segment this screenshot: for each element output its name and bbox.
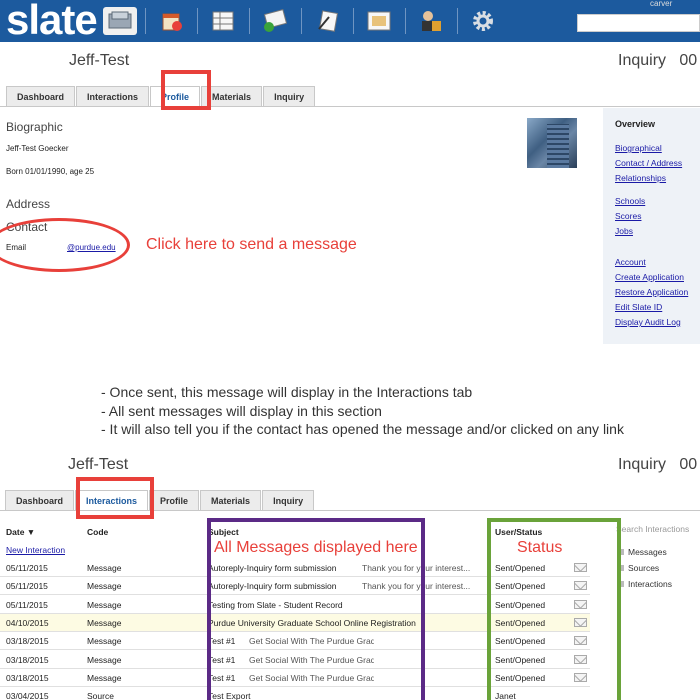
gear-icon[interactable]: [468, 7, 498, 35]
tab-dashboard[interactable]: Dashboard: [6, 86, 76, 106]
overview-link-scores[interactable]: Scores: [615, 211, 641, 221]
filter-messages[interactable]: Messages: [618, 547, 667, 557]
filter-sources-label: Sources: [628, 563, 660, 573]
instruction-bullets: - Once sent, this message will display i…: [101, 383, 624, 439]
record-name: Jeff-Test: [69, 52, 130, 69]
tab-interactions[interactable]: Interactions: [76, 86, 150, 106]
top-nav-bar: slate carver: [0, 0, 700, 44]
overview-panel: Overview Biographical Contact / Address …: [603, 108, 700, 344]
tab-profile-2[interactable]: Profile: [149, 490, 200, 510]
overview-link-create-application[interactable]: Create Application: [615, 272, 684, 282]
bullet-3: - It will also tell you if the contact h…: [101, 421, 624, 437]
global-search-input[interactable]: [577, 14, 700, 32]
overview-link-biographical[interactable]: Biographical: [615, 143, 662, 153]
birth-date: Born 01/01/1990, age 25: [6, 167, 95, 176]
forms-icon[interactable]: [313, 7, 343, 35]
row-code: Message: [87, 599, 122, 610]
col-date[interactable]: Date ▼: [6, 527, 35, 537]
overview-link-account[interactable]: Account: [615, 257, 646, 267]
row-date: 05/11/2015: [6, 563, 48, 573]
search-interactions-input[interactable]: Search Interactions: [616, 524, 700, 534]
bullet-1: - Once sent, this message will display i…: [101, 384, 473, 400]
inbox-icon[interactable]: [103, 7, 137, 35]
record-type-2: Inquiry 00: [618, 456, 697, 474]
full-name: Jeff-Test Goecker: [6, 144, 69, 153]
record-type-label: Inquiry: [618, 52, 667, 69]
row-code: Message: [87, 636, 122, 647]
click-here-annotation: Click here to send a message: [146, 236, 357, 253]
biographic-heading: Biographic: [6, 120, 63, 134]
overview-link-relationships[interactable]: Relationships: [615, 173, 666, 183]
filter-messages-label: Messages: [628, 547, 667, 557]
current-user[interactable]: carver: [650, 0, 672, 8]
row-code: Message: [87, 581, 122, 592]
overview-link-edit-slate-id[interactable]: Edit Slate ID: [615, 302, 662, 312]
row-date: 03/18/2015: [6, 672, 49, 683]
record-name-2: Jeff-Test: [68, 456, 129, 473]
tab-materials-2[interactable]: Materials: [200, 490, 262, 510]
overview-heading: Overview: [615, 119, 656, 129]
interactions-tab-highlight: [76, 477, 154, 519]
row-date: 03/18/2015: [6, 654, 49, 665]
row-code: Message: [87, 617, 122, 628]
mail-icon[interactable]: [260, 7, 290, 35]
bullet-2: - All sent messages will display in this…: [101, 402, 382, 419]
address-heading: Address: [6, 197, 51, 211]
tab-inquiry[interactable]: Inquiry: [263, 86, 316, 106]
filter-interactions-label: Interactions: [628, 579, 672, 589]
tab-inquiry-2[interactable]: Inquiry: [262, 490, 315, 510]
overview-link-jobs[interactable]: Jobs: [615, 226, 633, 236]
profile-photo: [527, 118, 577, 168]
record-type-label-2: Inquiry: [618, 456, 667, 473]
row-code: Message: [87, 654, 122, 665]
calendar-icon[interactable]: [157, 7, 187, 35]
grid-icon[interactable]: [208, 7, 238, 35]
users-icon[interactable]: [416, 7, 446, 35]
row-code: Message: [87, 672, 122, 683]
record-type: Inquiry 00: [618, 52, 697, 70]
tab-dashboard-2[interactable]: Dashboard: [5, 490, 75, 510]
profile-tab-highlight: [161, 70, 211, 110]
new-interaction-link[interactable]: New Interaction: [6, 545, 65, 555]
record-id: 00: [679, 52, 698, 69]
row-date: 03/18/2015: [6, 636, 49, 647]
overview-link-display-audit-log[interactable]: Display Audit Log: [615, 317, 681, 327]
row-date: 05/11/2015: [6, 581, 48, 592]
filter-interactions[interactable]: Interactions: [618, 579, 672, 589]
interactions-tab-bar: Dashboard Interactions Profile Materials…: [5, 490, 315, 510]
overview-link-contact-address[interactable]: Contact / Address: [615, 158, 682, 168]
overview-link-restore-application[interactable]: Restore Application: [615, 287, 688, 297]
all-messages-annotation: All Messages displayed here: [214, 539, 418, 556]
email-highlight-ellipse: [0, 218, 130, 272]
row-code: Source: [87, 691, 114, 700]
row-date: 04/10/2015: [6, 617, 49, 628]
record-id-2: 00: [679, 456, 698, 473]
row-date: 03/04/2015: [6, 691, 49, 700]
status-annotation: Status: [517, 539, 563, 556]
col-code[interactable]: Code: [87, 527, 108, 537]
event-icon[interactable]: [364, 7, 394, 35]
row-code: Message: [87, 563, 122, 573]
row-date: 05/11/2015: [6, 599, 48, 610]
filter-sources[interactable]: Sources: [618, 563, 659, 573]
overview-link-schools[interactable]: Schools: [615, 196, 645, 206]
slate-logo[interactable]: slate: [6, 0, 98, 44]
